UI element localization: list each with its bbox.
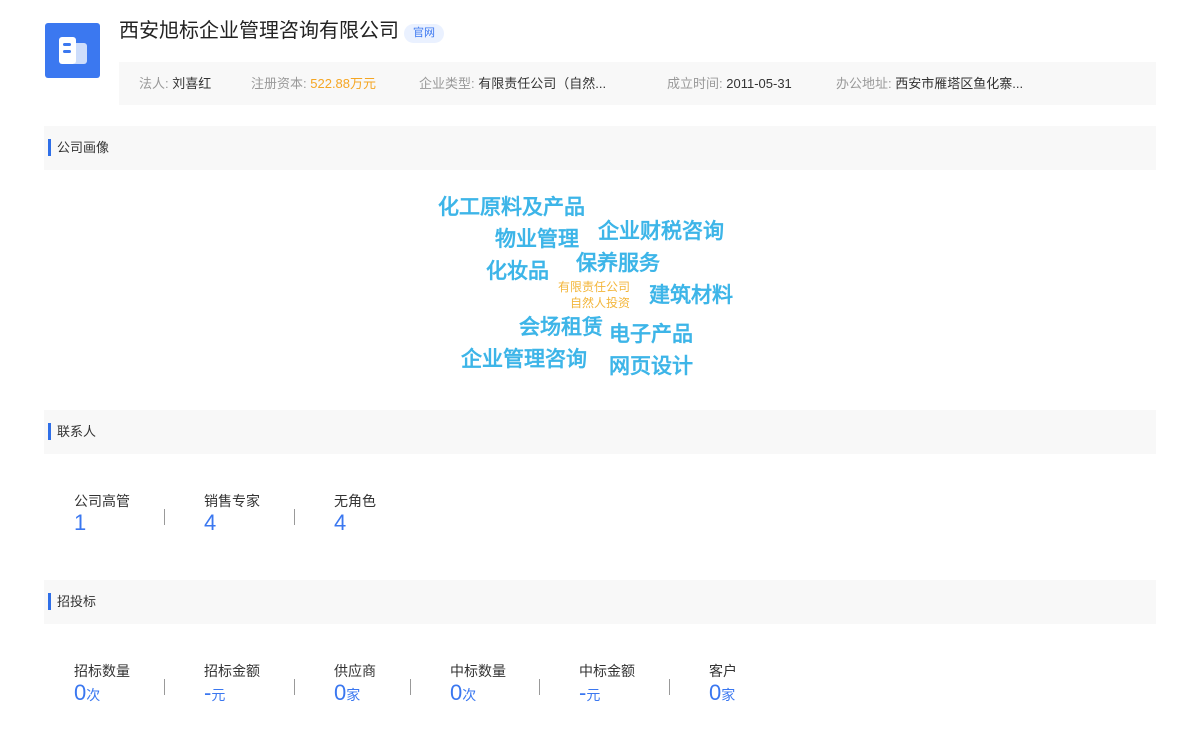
section-accent-bar xyxy=(48,139,51,156)
registered-capital-label: 注册资本: xyxy=(251,76,307,91)
contact-stat-sales-experts[interactable]: 销售专家 4 xyxy=(204,492,260,536)
cloud-tag: 化妆品 xyxy=(486,259,549,283)
cloud-tag: 自然人投资 xyxy=(570,296,631,310)
stat-label: 销售专家 xyxy=(204,493,260,509)
stat-label: 客户 xyxy=(709,663,737,679)
stat-unit: 家 xyxy=(346,687,361,703)
stat-divider xyxy=(164,509,165,525)
stat-label: 无角色 xyxy=(334,493,376,509)
bid-stat-suppliers[interactable]: 供应商 0家 xyxy=(334,662,376,708)
registered-capital: 注册资本: 522.88万元 xyxy=(251,62,376,105)
section-company-portrait: 公司画像 xyxy=(44,126,1156,170)
stat-number: 0 xyxy=(74,680,87,705)
company-logo xyxy=(45,23,100,78)
cloud-tag: 物业管理 xyxy=(495,227,579,251)
stat-number: 0 xyxy=(709,680,722,705)
stat-label: 招标金额 xyxy=(204,663,260,679)
stat-divider xyxy=(294,679,295,695)
stat-value: 0次 xyxy=(74,680,130,708)
stat-label: 中标金额 xyxy=(579,663,635,679)
company-type-label: 企业类型: xyxy=(419,76,475,91)
stat-value: 1 xyxy=(74,510,87,535)
legal-person-value[interactable]: 刘喜红 xyxy=(172,76,211,91)
bid-stat-tender-amount[interactable]: 招标金额 -元 xyxy=(204,662,260,708)
stat-divider xyxy=(669,679,670,695)
stat-unit: 次 xyxy=(86,687,101,703)
stat-label: 中标数量 xyxy=(450,663,506,679)
founded-date-value: 2011-05-31 xyxy=(726,76,792,91)
office-address: 办公地址: 西安市雁塔区鱼化寨... xyxy=(836,62,1023,105)
company-type: 企业类型: 有限责任公司（自然... xyxy=(419,62,606,105)
stat-divider xyxy=(164,679,165,695)
cloud-tag: 建筑材料 xyxy=(649,283,733,307)
stat-value: -元 xyxy=(579,680,635,708)
cloud-tag: 会场租赁 xyxy=(519,315,603,339)
contact-stat-executives[interactable]: 公司高管 1 xyxy=(74,492,130,536)
bid-stat-customers[interactable]: 客户 0家 xyxy=(709,662,737,708)
company-type-value: 有限责任公司（自然... xyxy=(478,76,607,91)
stat-value: 4 xyxy=(204,510,217,535)
stat-value: 0家 xyxy=(334,680,376,708)
stat-label: 招标数量 xyxy=(74,663,130,679)
section-accent-bar xyxy=(48,423,51,440)
cloud-tag: 企业管理咨询 xyxy=(461,347,587,371)
stat-unit: 次 xyxy=(462,687,477,703)
legal-person: 法人: 刘喜红 xyxy=(139,62,211,105)
cloud-tag: 网页设计 xyxy=(609,354,693,378)
section-title: 联系人 xyxy=(57,424,97,439)
bid-stat-award-count[interactable]: 中标数量 0次 xyxy=(450,662,506,708)
cloud-tag: 企业财税咨询 xyxy=(598,219,724,243)
cloud-tag: 电子产品 xyxy=(609,322,693,346)
stat-divider xyxy=(410,679,411,695)
stat-unit: 家 xyxy=(721,687,736,703)
stat-unit: 元 xyxy=(586,687,601,703)
stat-label: 公司高管 xyxy=(74,493,130,509)
stat-number: 0 xyxy=(334,680,347,705)
official-site-link[interactable]: 官网 xyxy=(404,24,444,43)
bid-stat-tender-count[interactable]: 招标数量 0次 xyxy=(74,662,130,708)
stat-value: 0家 xyxy=(709,680,737,708)
stat-value: -元 xyxy=(204,680,260,708)
stat-value: 0次 xyxy=(450,680,506,708)
registered-capital-value: 522.88万元 xyxy=(310,76,377,91)
contact-stat-no-role[interactable]: 无角色 4 xyxy=(334,492,376,536)
company-info-bar: 法人: 刘喜红 注册资本: 522.88万元 企业类型: 有限责任公司（自然..… xyxy=(119,62,1156,105)
section-bidding: 招投标 xyxy=(44,580,1156,624)
stat-unit: 元 xyxy=(211,687,226,703)
cloud-tag: 保养服务 xyxy=(576,251,660,275)
building-icon xyxy=(59,37,87,64)
office-address-value: 西安市雁塔区鱼化寨... xyxy=(895,76,1024,91)
company-name: 西安旭标企业管理咨询有限公司 xyxy=(119,20,399,42)
stat-divider xyxy=(539,679,540,695)
section-title: 公司画像 xyxy=(57,140,110,155)
legal-person-label: 法人: xyxy=(139,76,169,91)
founded-date: 成立时间: 2011-05-31 xyxy=(667,62,792,105)
section-title: 招投标 xyxy=(57,594,97,609)
bid-stat-award-amount[interactable]: 中标金额 -元 xyxy=(579,662,635,708)
section-contacts: 联系人 xyxy=(44,410,1156,454)
stat-value: 4 xyxy=(334,510,347,535)
section-accent-bar xyxy=(48,593,51,610)
stat-number: 0 xyxy=(450,680,463,705)
cloud-tag: 有限责任公司 xyxy=(558,280,631,294)
cloud-tag: 化工原料及产品 xyxy=(438,195,585,219)
office-address-label: 办公地址: xyxy=(836,76,892,91)
stat-label: 供应商 xyxy=(334,663,376,679)
stat-divider xyxy=(294,509,295,525)
founded-date-label: 成立时间: xyxy=(667,76,723,91)
